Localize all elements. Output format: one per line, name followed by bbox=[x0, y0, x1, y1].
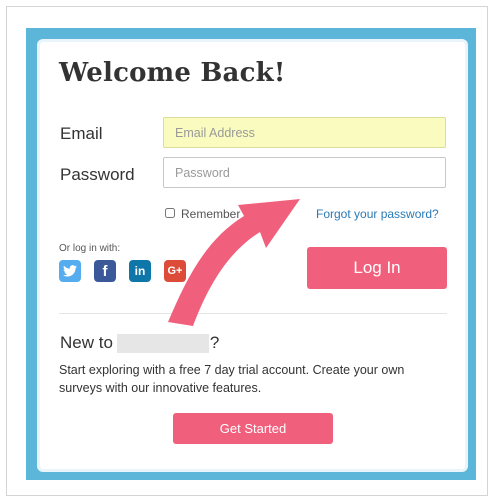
linkedin-glyph: in bbox=[134, 264, 146, 278]
new-to-suffix: ? bbox=[209, 333, 220, 352]
facebook-glyph: f bbox=[102, 262, 108, 280]
twitter-icon[interactable] bbox=[59, 260, 81, 282]
google-plus-icon[interactable]: G+ bbox=[164, 260, 186, 282]
remember-me-checkbox[interactable] bbox=[165, 208, 175, 218]
remember-me-label[interactable]: Remember me bbox=[181, 207, 260, 221]
password-field[interactable] bbox=[163, 157, 446, 188]
get-started-button[interactable]: Get Started bbox=[173, 413, 333, 444]
redacted-brand-name bbox=[116, 333, 209, 353]
email-label: Email bbox=[60, 124, 103, 143]
email-field[interactable] bbox=[163, 117, 446, 148]
divider bbox=[59, 313, 447, 314]
linkedin-icon[interactable]: in bbox=[129, 260, 151, 282]
signup-description: Start exploring with a free 7 day trial … bbox=[59, 363, 405, 395]
password-label: Password bbox=[60, 165, 135, 184]
new-to-heading: New to ? bbox=[60, 333, 219, 353]
google-plus-glyph: G+ bbox=[167, 265, 183, 277]
login-button[interactable]: Log In bbox=[307, 247, 447, 289]
social-login-label: Or log in with: bbox=[59, 243, 121, 254]
new-to-prefix: New to bbox=[60, 333, 113, 352]
forgot-password-link[interactable]: Forgot your password? bbox=[316, 207, 439, 221]
page-title: Welcome Back! bbox=[59, 58, 286, 88]
facebook-icon[interactable]: f bbox=[94, 260, 116, 282]
